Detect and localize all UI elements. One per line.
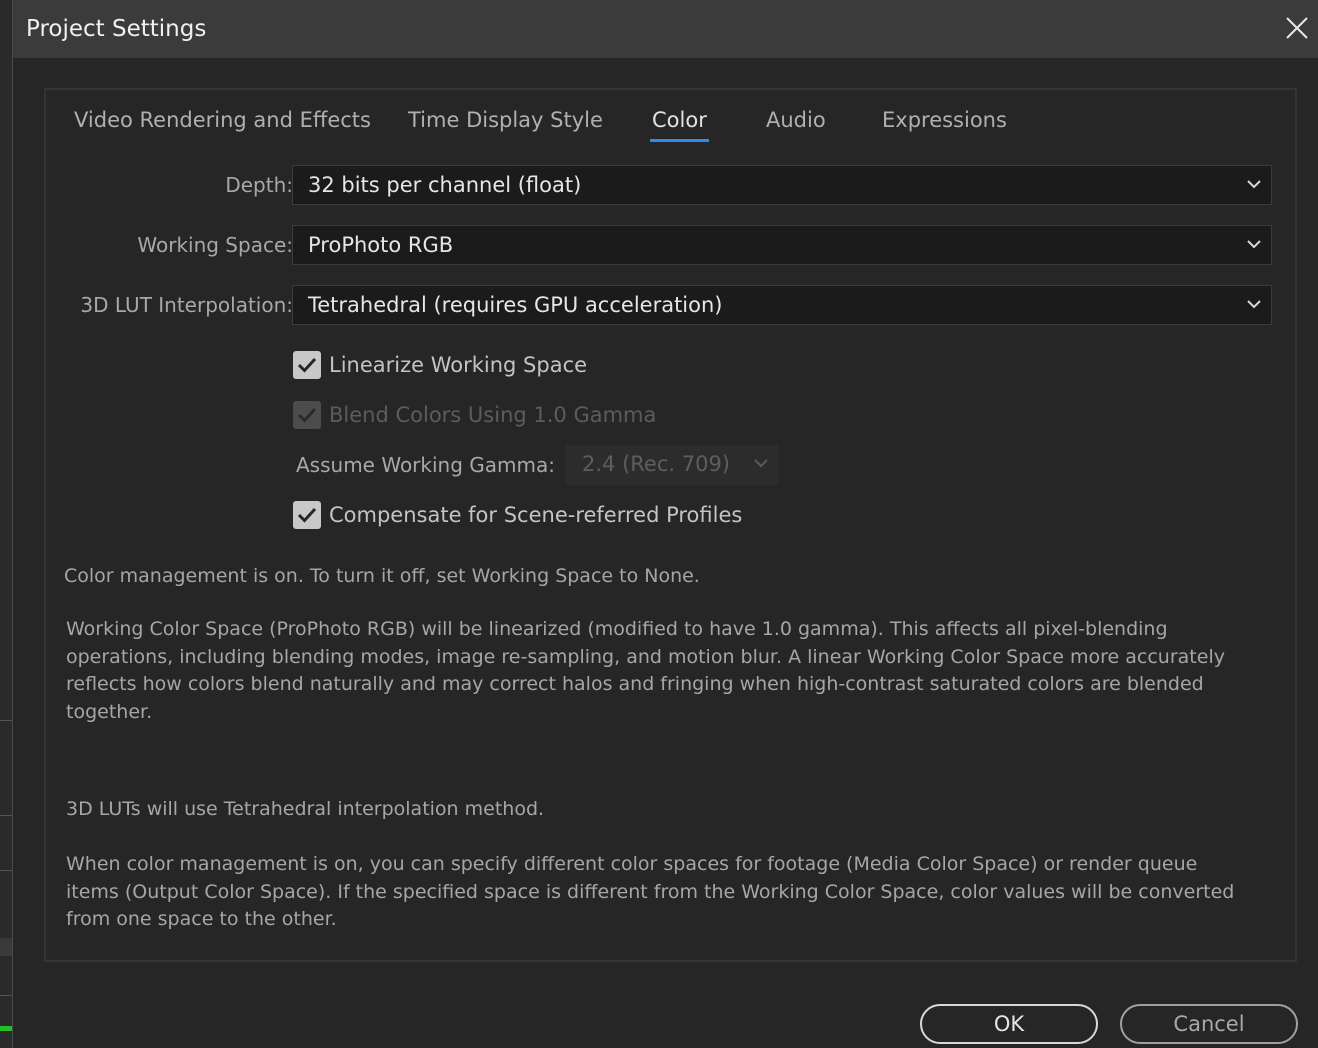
working-space-value: ProPhoto RGB [308,233,454,257]
close-icon [1286,17,1308,39]
chevron-down-icon [1247,240,1261,249]
strip-divider [0,720,12,721]
tab-label: Audio [766,108,826,132]
depth-label: Depth: [225,173,293,197]
settings-panel: Video Rendering and Effects Time Display… [44,88,1297,962]
gamma-dropdown: 2.4 (Rec. 709) [566,445,778,485]
depth-value: 32 bits per channel (float) [308,173,582,197]
working-space-dropdown[interactable]: ProPhoto RGB [292,225,1272,265]
cancel-button[interactable]: Cancel [1120,1004,1298,1044]
lut-interpolation-dropdown[interactable]: Tetrahedral (requires GPU acceleration) [292,285,1272,325]
checkmark-icon [297,407,317,423]
ok-button[interactable]: OK [920,1004,1098,1044]
close-button[interactable] [1273,0,1318,58]
tab-video-rendering[interactable]: Video Rendering and Effects [74,105,371,135]
project-settings-dialog: Project Settings Video Rendering and Eff… [12,0,1318,1048]
linearize-checkbox[interactable] [293,351,321,379]
blend-label: Blend Colors Using 1.0 Gamma [329,403,657,427]
color-spaces-info-text: When color management is on, you can spe… [66,853,1235,930]
active-tab-indicator [650,139,709,142]
checkmark-icon [297,507,317,523]
compensate-label: Compensate for Scene-referred Profiles [329,503,743,527]
strip-divider [0,815,12,816]
tab-time-display[interactable]: Time Display Style [408,105,603,135]
tab-label: Color [652,108,707,132]
linearize-label: Linearize Working Space [329,353,588,377]
tab-audio[interactable]: Audio [766,105,826,135]
lut-info-text: 3D LUTs will use Tetrahedral interpolati… [66,798,545,820]
strip-divider [0,870,12,871]
compensate-checkbox[interactable] [293,501,321,529]
dialog-title: Project Settings [26,16,207,42]
audio-meter-bar [0,1026,12,1031]
chevron-down-icon [1247,180,1261,189]
checkmark-icon [297,357,317,373]
gamma-value: 2.4 (Rec. 709) [582,452,731,476]
depth-dropdown[interactable]: 32 bits per channel (float) [292,165,1272,205]
tab-expressions[interactable]: Expressions [882,105,1007,135]
tab-label: Time Display Style [408,108,603,132]
working-space-label: Working Space: [137,233,293,257]
lut-interpolation-value: Tetrahedral (requires GPU acceleration) [308,293,723,317]
tab-label: Video Rendering and Effects [74,108,371,132]
management-info-text: Color management is on. To turn it off, … [64,565,700,587]
tab-label: Expressions [882,108,1007,132]
lut-interpolation-label: 3D LUT Interpolation: [80,293,293,317]
gamma-label: Assume Working Gamma: [296,453,555,477]
blend-checkbox [293,401,321,429]
strip-divider [0,995,12,996]
title-bar: Project Settings [13,0,1318,58]
chevron-down-icon [1247,300,1261,309]
linearized-info-text: Working Color Space (ProPhoto RGB) will … [66,618,1225,723]
chevron-down-icon [754,459,768,468]
tab-color[interactable]: Color [650,105,709,142]
strip-block [0,938,12,956]
